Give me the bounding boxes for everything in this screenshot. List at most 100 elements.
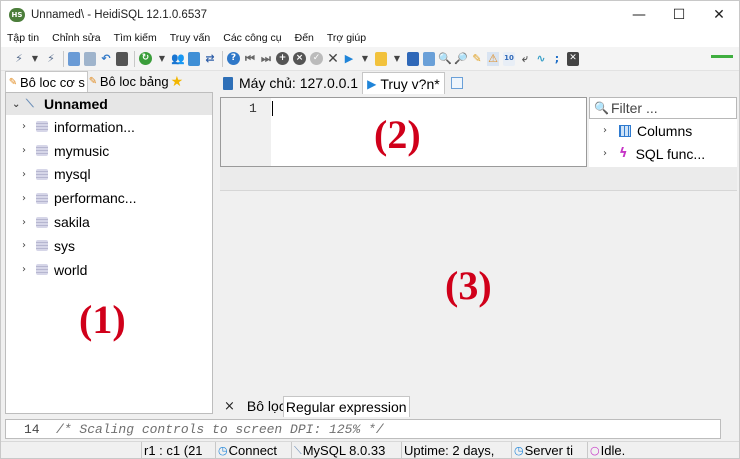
separator-icon[interactable]: ; (551, 52, 563, 66)
find-icon[interactable]: 🔍 (438, 52, 452, 66)
database-tree[interactable]: ⌄ ⟍ Unnamed › information... › mymusic ›… (5, 92, 213, 414)
status-server-version: ⟍ MySQL 8.0.33 (291, 442, 401, 459)
tree-database-item[interactable]: › performanc... (6, 186, 212, 210)
insert-row-icon[interactable]: + (276, 52, 289, 65)
clear-icon[interactable]: ✎ (471, 52, 483, 66)
sql-help-icon[interactable] (423, 51, 435, 66)
window-title: Unnamed\ - HeidiSQL 12.1.0.6537 (31, 9, 208, 21)
dropdown-arrow-icon[interactable]: ▼ (156, 52, 168, 66)
menu-file[interactable]: Tập tin (7, 32, 39, 44)
title-bar: HS Unnamed\ - HeidiSQL 12.1.0.6537 — ☐ ✕ (1, 1, 739, 29)
disconnect-icon[interactable]: ⚡ (45, 52, 57, 66)
editor-results-splitter[interactable] (220, 167, 737, 191)
query-helpers-panel: 🔍 Filter ... › Columns › ϟ SQL func... (589, 97, 737, 167)
connect-icon[interactable]: ⚡ (13, 52, 25, 66)
database-icon (36, 145, 48, 157)
paste-icon[interactable] (84, 51, 96, 66)
save-icon[interactable] (407, 51, 419, 66)
chevron-right-icon[interactable]: › (22, 217, 32, 228)
database-name: world (54, 261, 88, 278)
tab-query[interactable]: ▶ Truy v?n* (362, 72, 445, 94)
chevron-right-icon[interactable]: › (22, 121, 32, 132)
tree-database-item[interactable]: › mysql (6, 163, 212, 187)
chevron-right-icon[interactable]: › (22, 169, 32, 180)
refresh-icon[interactable]: ↻ (139, 52, 152, 65)
helper-item-sql-functions[interactable]: › ϟ SQL func... (589, 142, 737, 165)
dropdown-arrow-icon[interactable]: ▼ (359, 52, 371, 66)
status-text: Server ti (524, 443, 574, 458)
tree-database-item[interactable]: › world (6, 258, 212, 282)
tree-database-item[interactable]: › sys (6, 234, 212, 258)
delete-row-icon[interactable]: × (293, 52, 306, 65)
dropdown-arrow-icon[interactable]: ▼ (29, 52, 41, 66)
left-filter-tabs: ✎ Bô loc cơ s ✎ Bô loc bảng ★ (5, 71, 213, 92)
tree-database-item[interactable]: › information... (6, 115, 212, 139)
chevron-down-icon[interactable]: ⌄ (12, 99, 22, 110)
menu-help[interactable]: Trợ giúp (327, 32, 366, 44)
menu-search[interactable]: Tìm kiếm (114, 32, 157, 44)
tree-session-node[interactable]: ⌄ ⟍ Unnamed (6, 93, 212, 115)
menu-tools[interactable]: Các công cụ (223, 32, 281, 44)
helper-item-columns[interactable]: › Columns (589, 119, 737, 142)
open-folder-icon[interactable] (375, 51, 387, 66)
idle-icon: ○ (590, 444, 600, 457)
last-record-icon[interactable]: ⏭ (260, 52, 272, 66)
sql-log[interactable]: 14 /* Scaling controls to screen DPI: 12… (5, 419, 721, 439)
warning-toggle-icon[interactable]: ⚠ (487, 51, 499, 66)
wrap-icon[interactable]: ⤶ (519, 52, 531, 66)
chevron-right-icon[interactable]: › (603, 148, 613, 159)
menu-edit[interactable]: Chỉnh sửa (52, 32, 100, 44)
user-manager-icon[interactable]: 👥 (171, 52, 185, 66)
tab-host[interactable]: Máy chủ: 127.0.0.1 (219, 72, 362, 94)
helper-label: SQL func... (635, 145, 706, 162)
server-icon: ⟍ (294, 443, 302, 457)
tree-database-item[interactable]: › sakila (6, 210, 212, 234)
chevron-right-icon[interactable]: › (22, 264, 32, 275)
tab-host-label: Máy chủ: 127.0.0.1 (239, 75, 359, 91)
tree-database-item[interactable]: › mymusic (6, 139, 212, 163)
menu-query[interactable]: Truy vấn (170, 32, 210, 44)
toolbar-separator (63, 50, 64, 67)
tab-table-filter[interactable]: ✎ Bô loc bảng (88, 71, 169, 92)
tab-regular-expression[interactable]: Regular expression (282, 395, 410, 417)
copy-icon[interactable] (68, 51, 80, 66)
filter-icon: ✎ (88, 76, 98, 87)
helpers-filter-input[interactable]: 🔍 Filter ... (589, 97, 737, 119)
maximize-button[interactable]: ☐ (659, 1, 699, 29)
status-text: Uptime: 2 days, (404, 443, 495, 458)
first-record-icon[interactable]: ⏮ (244, 52, 256, 66)
cancel-edit-icon[interactable]: ✕ (327, 52, 339, 66)
format-icon[interactable]: ∿ (535, 52, 547, 66)
tab-filter[interactable]: Bô lọc (244, 395, 283, 417)
chevron-right-icon[interactable]: › (22, 145, 32, 156)
tab-database-filter[interactable]: ✎ Bô loc cơ s (5, 71, 88, 92)
dropdown-arrow-icon[interactable]: ▼ (391, 52, 403, 66)
exit-icon[interactable]: ✕ (567, 51, 579, 66)
status-bar: r1 : c1 (21 ◷ Connect ⟍ MySQL 8.0.33 Upt… (1, 441, 739, 459)
columns-icon (619, 124, 631, 137)
close-icon[interactable]: × (224, 399, 235, 414)
chevron-right-icon[interactable]: › (603, 125, 613, 136)
find-replace-icon[interactable]: 🔎 (454, 52, 468, 66)
menu-goto[interactable]: Đến (295, 32, 314, 44)
run-query-icon[interactable]: ▶ (343, 52, 355, 66)
close-button[interactable]: ✕ (699, 1, 739, 29)
minimize-button[interactable]: — (619, 1, 659, 29)
chevron-right-icon[interactable]: › (22, 193, 32, 204)
new-query-tab-icon[interactable] (450, 77, 463, 89)
export-icon[interactable]: ⇄ (204, 52, 216, 66)
editor-gutter: 1 (221, 98, 271, 166)
filter-placeholder: Filter ... (610, 100, 658, 116)
filter-icon: ✎ (8, 76, 18, 88)
undo-icon[interactable]: ↶ (100, 52, 112, 66)
table-tools-icon[interactable] (188, 51, 200, 66)
binary-icon[interactable]: 10 (503, 51, 515, 66)
chevron-right-icon[interactable]: › (22, 240, 32, 251)
annotation-results: (3) (445, 263, 492, 308)
help-icon[interactable]: ? (227, 52, 240, 65)
favorite-star-icon[interactable]: ★ (171, 74, 184, 90)
status-state: ○ Idle. (587, 442, 737, 459)
post-edit-icon[interactable]: ✓ (310, 52, 323, 65)
status-cursor-position: r1 : c1 (21 (141, 442, 215, 459)
print-icon[interactable] (116, 51, 128, 66)
